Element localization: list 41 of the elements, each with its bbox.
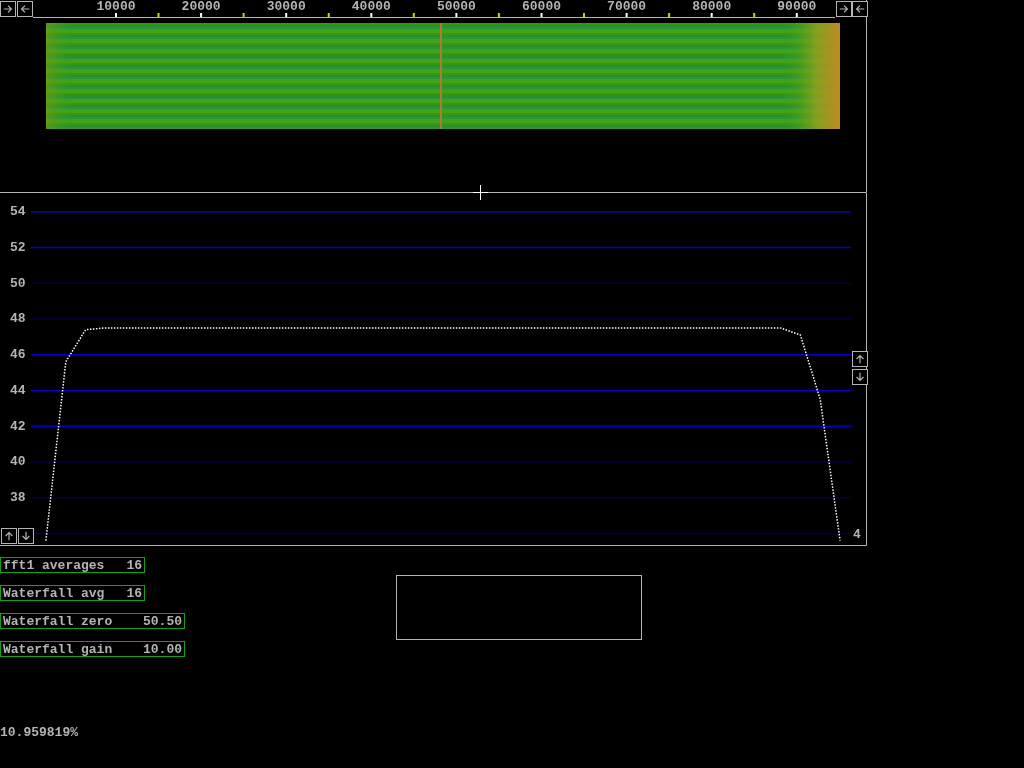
- scroll-left-icon: [19, 3, 31, 15]
- scroll-right-icon: [838, 3, 850, 15]
- frequency-label: 90000: [777, 0, 817, 13]
- scale-up-icon: [854, 353, 866, 365]
- scale-up-button[interactable]: [852, 351, 868, 367]
- frequency-label: 70000: [607, 0, 647, 13]
- scale-down-button[interactable]: [18, 528, 34, 544]
- scale-down-icon: [854, 371, 866, 383]
- crosshair-cursor-icon: [473, 185, 488, 200]
- axis-label: 54: [10, 205, 26, 219]
- scroll-left-button[interactable]: [17, 1, 33, 17]
- parameter-field[interactable]: Waterfall gain 10.00: [0, 641, 185, 657]
- axis-label: 44: [10, 383, 26, 397]
- frequency-label: 50000: [436, 0, 476, 13]
- parameter-field[interactable]: Waterfall zero 50.50: [0, 613, 185, 629]
- parameter-field[interactable]: fft1 averages 16: [0, 557, 145, 573]
- scale-up-button[interactable]: [1, 528, 17, 544]
- frequency-label: 20000: [181, 0, 221, 13]
- parameter-field[interactable]: Waterfall avg 16: [0, 585, 145, 601]
- scroll-right-icon: [2, 3, 14, 15]
- axis-label: 40: [10, 455, 26, 469]
- scroll-right-button[interactable]: [836, 1, 852, 17]
- scale-down-icon: [20, 530, 32, 542]
- frequency-label: 30000: [266, 0, 306, 13]
- corner-label: 4: [853, 528, 861, 541]
- scroll-right-button[interactable]: [0, 1, 16, 17]
- scale-up-icon: [3, 530, 15, 542]
- frequency-label: 80000: [692, 0, 732, 13]
- frequency-label: 10000: [96, 0, 136, 13]
- axis-label: 50: [10, 276, 26, 290]
- axis-label: 46: [10, 348, 26, 362]
- axis-label: 38: [10, 491, 26, 505]
- axis-label: 48: [10, 312, 26, 326]
- scroll-left-icon: [854, 3, 866, 15]
- status-text: 10.959819%: [0, 726, 78, 739]
- frequency-label: 40000: [351, 0, 391, 13]
- scroll-left-button[interactable]: [852, 1, 868, 17]
- frequency-label: 60000: [522, 0, 561, 13]
- axis-label: 52: [10, 240, 26, 254]
- axis-label: 42: [10, 419, 26, 433]
- scale-down-button[interactable]: [852, 369, 868, 385]
